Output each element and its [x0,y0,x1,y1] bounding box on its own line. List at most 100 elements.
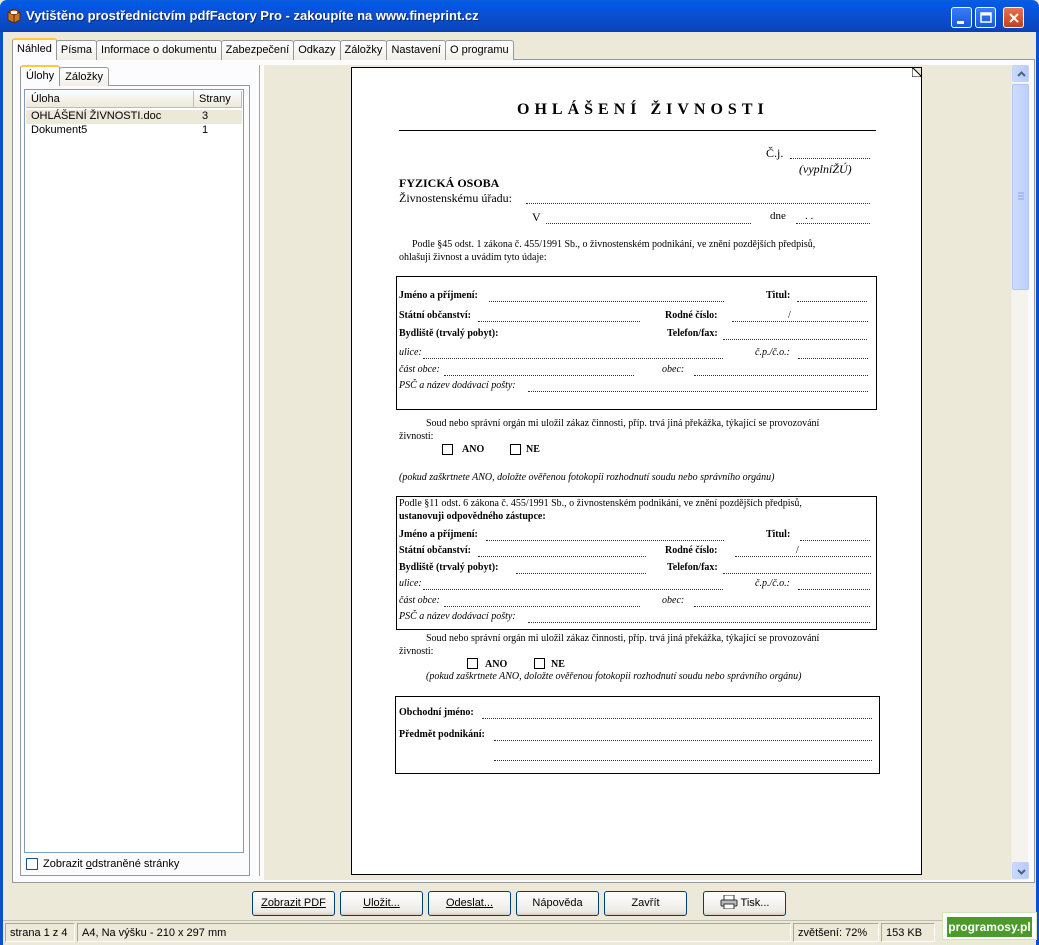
status-bar: strana 1 z 4 A4, Na výšku - 210 x 297 mm… [3,920,1036,942]
maximize-button[interactable] [975,7,996,28]
ano-checkbox[interactable] [442,444,453,455]
dotted-line [723,339,867,340]
dotted-line [528,391,868,392]
scroll-up-button[interactable] [1012,65,1029,82]
intro-text-1: Podle §45 odst. 1 zákona č. 455/1991 Sb.… [412,239,816,250]
dotted-line [444,606,640,607]
dotted-line [423,358,723,359]
psc-label: PSČ a název dodávací pošty: [399,380,516,391]
chevron-down-icon [1017,869,1026,875]
left-panel-tabs: Úlohy Záložky [20,65,110,86]
titul-label: Titul: [766,290,791,301]
v-label: V [532,210,541,224]
titul-label-2: Titul: [766,529,791,540]
section-fyzicka-osoba: FYZICKÁ OSOBA [399,176,500,190]
tab-nahled[interactable]: Náhled [12,38,57,60]
page-corner-fold-icon [912,68,921,77]
tab-ulohy[interactable]: Úlohy [20,65,61,86]
minimize-button[interactable] [951,7,972,28]
title-bar[interactable]: Vytištěno prostřednictvím pdfFactory Pro… [0,0,1039,32]
predmet-podnikani-label: Předmět podnikání: [399,729,485,740]
dotted-line [526,203,870,204]
job-list[interactable]: Úloha Strany OHLÁŠENÍ ŽIVNOSTI.doc 3 Dok… [24,89,244,853]
cj-note: (vyplníŽÚ) [799,162,852,176]
obchodni-jmeno-label: Obchodní jméno: [399,707,474,718]
show-pdf-button[interactable]: Zobrazit PDF [252,891,335,916]
dotted-line [796,223,870,224]
status-page: strana 1 z 4 [5,923,75,942]
obcanstvi-label-2: Státní občanství: [399,545,471,556]
list-item[interactable]: Dokument5 1 [26,124,242,138]
soud-text-1: Soud nebo správní orgán mi uložil zákaz … [426,418,820,429]
preview-vertical-scrollbar[interactable] [1011,65,1029,880]
minimize-icon [957,21,964,24]
dotted-line [494,760,872,761]
column-header-uloha[interactable]: Úloha [26,91,194,108]
dotted-line [528,622,870,623]
print-button[interactable]: Tisk... [703,891,786,916]
soud-text-4: živnosti: [399,646,434,657]
intro-text-2: ohlašuji živnost a uvádím tyto údaje: [399,252,547,263]
status-format: A4, Na výšku - 210 x 297 mm [77,923,791,942]
ano-checkbox-2[interactable] [467,658,478,669]
dotted-line [790,158,870,159]
soud-text-3: Soud nebo správní orgán mi uložil zákaz … [426,633,820,644]
dotted-line [800,540,870,541]
tab-informace[interactable]: Informace o dokumentu [96,40,222,60]
column-header-strany[interactable]: Strany [194,91,242,108]
dotted-line [423,589,723,590]
ne-label-2: NE [551,659,565,670]
job-list-header: Úloha Strany [26,91,242,108]
bydliste-label: Bydliště (trvalý pobyt): [399,328,499,339]
dotted-line [694,375,868,376]
scroll-thumb[interactable] [1012,84,1029,290]
close-icon [1009,13,1019,23]
pokud-note-2: (pokud zaškrtnete ANO, doložte ověřenou … [426,671,802,682]
help-button[interactable]: Nápověda [516,891,599,916]
soud-text-2: živnosti: [399,431,434,442]
checkbox-box[interactable] [26,858,38,870]
grip-icon [1018,192,1024,200]
ne-label: NE [526,444,540,455]
save-button[interactable]: Uložit... [340,891,423,916]
title-rule [399,130,876,131]
printer-icon [720,894,738,910]
close-button[interactable]: Zavřít [604,891,687,916]
dotted-line [797,301,867,302]
tab-left-zalozky[interactable]: Záložky [59,67,110,86]
close-window-button[interactable] [1003,7,1024,28]
rodne-cislo-label: Rodné číslo: [665,310,718,321]
ulice-label: ulice: [399,347,422,358]
rodne-cislo-slash-2: / [796,545,799,556]
psc-label-2: PSČ a název dodávací pošty: [399,611,516,622]
ne-checkbox[interactable] [510,444,521,455]
tab-zabezpeceni[interactable]: Zabezpečení [220,40,295,60]
dotted-line [798,358,868,359]
document-page: OHLÁŠENÍ ŽIVNOSTI Č.j. (vyplníŽÚ) FYZICK… [351,67,922,875]
show-removed-pages-label: Zobrazit odstraněné stránky [43,858,180,870]
site-watermark: programosy.pl [942,912,1037,940]
tab-odkazy[interactable]: Odkazy [293,40,341,60]
tab-nastaveni[interactable]: Nastavení [386,40,446,60]
dotted-line [486,540,724,541]
rodne-cislo-label-2: Rodné číslo: [665,545,718,556]
tab-zalozky[interactable]: Záložky [339,40,388,60]
dotted-line [694,606,870,607]
cast-obce-label: část obce: [399,364,440,375]
ne-checkbox-2[interactable] [534,658,545,669]
show-removed-pages-checkbox[interactable]: Zobrazit odstraněné stránky [26,858,179,870]
scroll-down-button[interactable] [1012,862,1029,879]
tab-pisma[interactable]: Písma [55,40,98,60]
status-size: 153 KB [881,923,935,942]
panel-splitter[interactable] [256,65,260,876]
dotted-line [732,321,868,322]
dotted-line [723,573,871,574]
tab-o-programu[interactable]: O programu [444,40,514,60]
send-button[interactable]: Odeslat... [428,891,511,916]
rodne-cislo-slash: / [788,310,791,321]
obec-label: obec: [662,364,685,375]
jmeno-label-2: Jméno a příjmení: [399,529,478,540]
list-item[interactable]: OHLÁŠENÍ ŽIVNOSTI.doc 3 [26,110,242,124]
maximize-icon [980,12,992,23]
dotted-line [494,740,872,741]
